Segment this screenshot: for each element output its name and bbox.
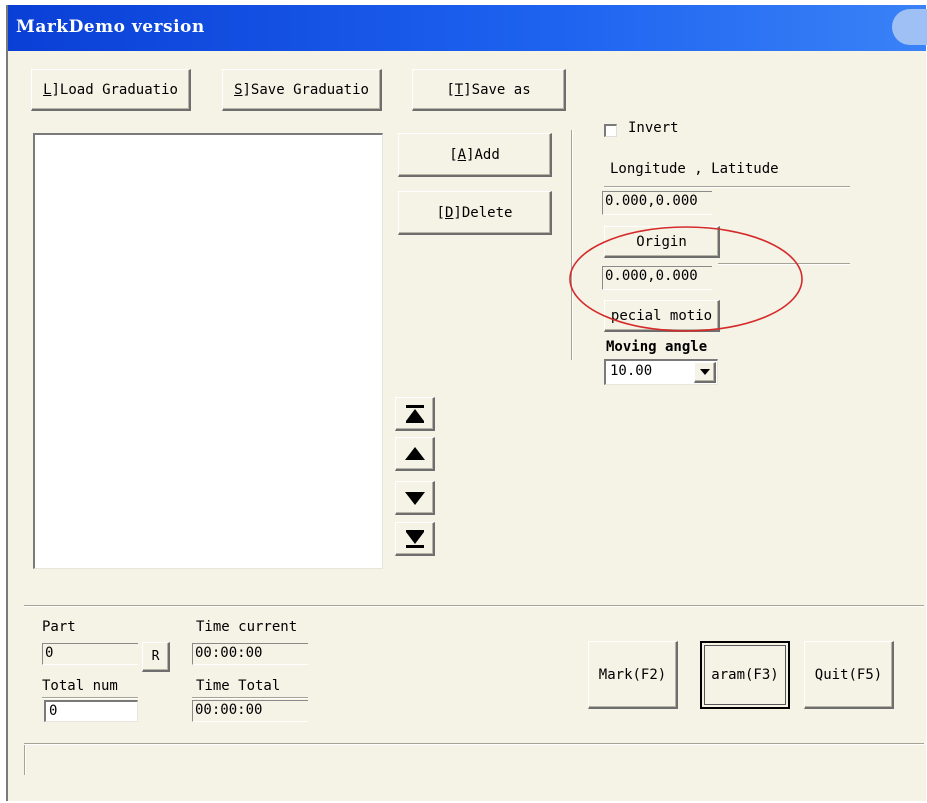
time-total-label: Time Total [196, 678, 281, 694]
move-down-icon [404, 491, 425, 505]
load-hotkey: L [43, 81, 52, 98]
total-num-label: Total num [42, 678, 118, 694]
saveas-hotkey: T [454, 81, 464, 98]
add-button[interactable]: [A]Add [398, 133, 552, 177]
move-up-icon [404, 446, 425, 460]
moving-angle-select[interactable]: 10.00 [604, 359, 718, 385]
save-hotkey: S [234, 81, 243, 98]
saveas-bracket: [ [446, 81, 455, 98]
time-total-field: 00:00:00 [192, 700, 308, 722]
total-num-line [42, 697, 138, 699]
status-separator [24, 605, 924, 607]
saveas-label: ]Save as [463, 81, 531, 98]
time-current-label: Time current [196, 619, 298, 635]
coord-header: Longitude , Latitude [610, 161, 779, 177]
delete-hotkey: D [444, 204, 454, 221]
graduation-list[interactable] [33, 133, 383, 569]
annotation-ellipse [569, 226, 803, 332]
load-label: ]Load Graduatio [51, 81, 178, 98]
mark-button[interactable]: Mark(F2) [588, 641, 678, 709]
part-field[interactable]: 0 [42, 643, 138, 665]
status-bar-edge [24, 745, 26, 775]
add-hotkey: A [457, 146, 467, 163]
move-to-bottom-button[interactable] [395, 522, 435, 556]
status-bar [24, 743, 924, 745]
invert-label: Invert [628, 120, 679, 136]
param-button[interactable]: aram(F3) [700, 641, 790, 709]
title-bar-corner [892, 9, 927, 45]
quit-button[interactable]: Quit(F5) [804, 641, 894, 709]
move-to-bottom-icon [405, 529, 424, 548]
moving-angle-label: Moving angle [606, 339, 708, 355]
delete-button[interactable]: [D]Delete [398, 191, 552, 235]
delete-label: ]Delete [453, 204, 513, 221]
coord-value-field[interactable]: 0.000,0.000 [602, 191, 712, 215]
save-as-button[interactable]: [T]Save as [412, 69, 566, 111]
time-current-field: 00:00:00 [192, 643, 308, 665]
moving-angle-value: 10.00 [610, 363, 653, 379]
invert-checkbox[interactable] [604, 124, 617, 137]
chevron-down-icon[interactable] [694, 362, 716, 383]
total-num-field[interactable]: 0 [44, 700, 138, 722]
main-window: MarkDemo version L]Load Graduatio S]Save… [6, 5, 927, 801]
move-up-button[interactable] [395, 437, 435, 471]
move-down-button[interactable] [395, 481, 435, 515]
reset-part-button[interactable]: R [142, 642, 170, 672]
title-bar[interactable]: MarkDemo version [8, 5, 927, 51]
time-total-line [192, 697, 308, 699]
save-graduation-button[interactable]: S]Save Graduatio [222, 69, 382, 111]
part-label: Part [42, 619, 76, 635]
delete-bracket: [ [436, 204, 445, 221]
add-bracket: [ [449, 146, 458, 163]
save-label: ]Save Graduatio [242, 81, 369, 98]
move-to-top-icon [405, 404, 424, 423]
add-label: ]Add [466, 146, 500, 163]
move-to-top-button[interactable] [395, 397, 435, 431]
coord-header-line [604, 186, 850, 188]
window-title: MarkDemo version [16, 17, 205, 37]
load-graduation-button[interactable]: L]Load Graduatio [31, 69, 191, 111]
